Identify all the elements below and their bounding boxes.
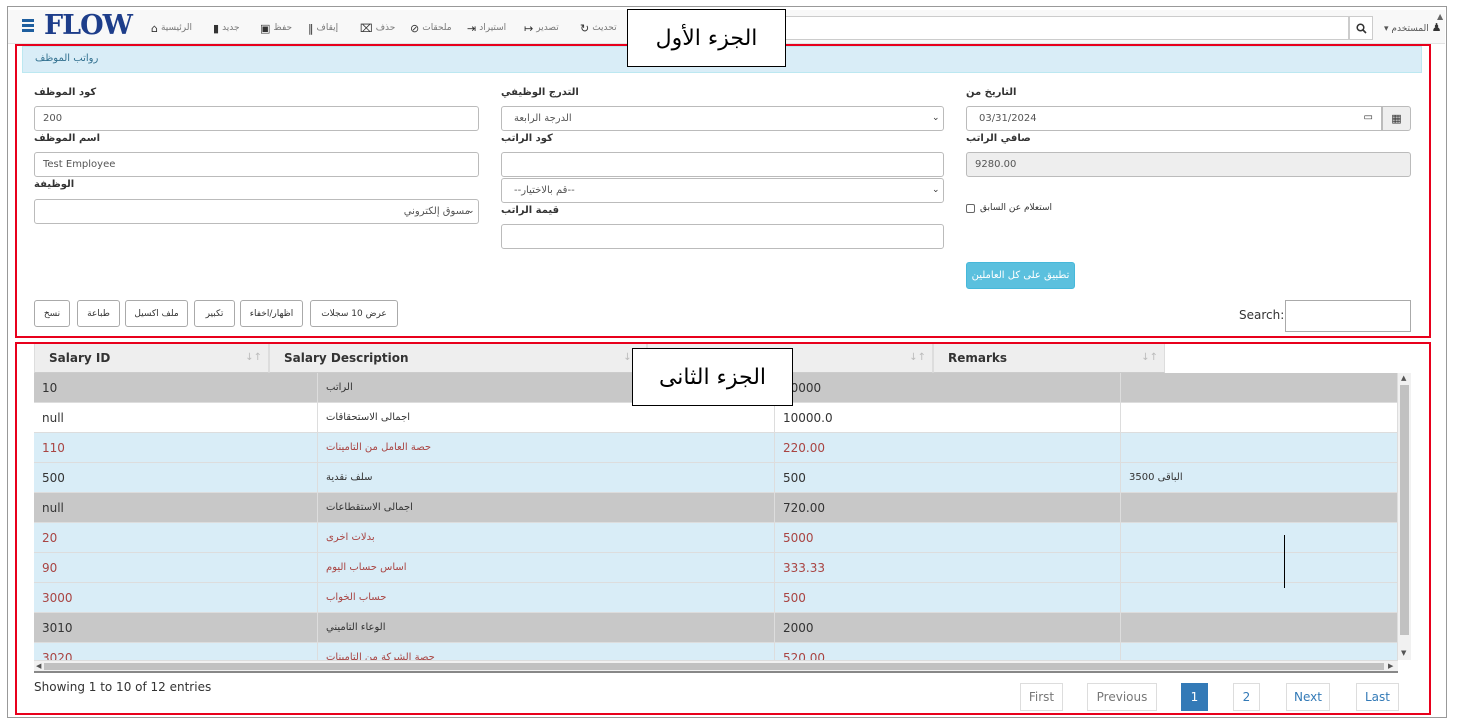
paperclip-icon: ⊘ <box>410 21 420 35</box>
user-icon: ♟ <box>1431 21 1442 34</box>
nav-item-label: تصدير <box>536 23 559 33</box>
nav-item-label: جديد <box>222 23 240 33</box>
import-icon: ⇥ <box>467 21 477 35</box>
nav-item-label: الرئيسية <box>160 23 192 33</box>
nav-item-file[interactable]: ▮ جديد <box>213 21 240 35</box>
search-button[interactable] <box>1349 16 1373 40</box>
annotation-label-part-1: الجزء الأول <box>627 9 786 67</box>
search-icon <box>1355 22 1367 34</box>
nav-item-label: إيقاف <box>316 23 339 33</box>
nav-item-label: تحديث <box>592 23 617 33</box>
annotation-box-part-1 <box>15 44 1431 338</box>
nav-item-label: استيراد <box>479 23 507 33</box>
nav-item-export[interactable]: ↦ تصدير <box>524 21 559 35</box>
user-menu-label: المستخدم <box>1391 24 1429 34</box>
nav-item-home[interactable]: ⌂ الرئيسية <box>151 21 192 35</box>
nav-item-save[interactable]: ▣ حفظ <box>260 21 292 35</box>
nav-item-label: حفظ <box>273 23 293 33</box>
nav-item-label: حذف <box>375 23 396 33</box>
save-icon: ▣ <box>260 21 271 35</box>
annotation-label-part-2: الجزء الثانى <box>632 348 793 406</box>
user-menu[interactable]: ▾ المستخدم ♟ <box>1384 21 1441 34</box>
nav-item-refresh[interactable]: ↻ تحديث <box>580 21 617 35</box>
hamburger-menu-icon[interactable] <box>22 19 34 33</box>
refresh-icon: ↻ <box>580 21 590 35</box>
nav-item-import[interactable]: ⇥ استيراد <box>467 21 506 35</box>
home-icon: ⌂ <box>151 21 158 35</box>
file-icon: ▮ <box>213 21 220 35</box>
nav-item-paperclip[interactable]: ⊘ ملحقات <box>410 21 452 35</box>
chevron-down-icon: ▾ <box>1384 24 1389 34</box>
nav-item-label: ملحقات <box>422 23 452 33</box>
global-search-input[interactable] <box>783 16 1349 40</box>
app-logo: FLOW <box>44 10 133 41</box>
pause-icon: ‖ <box>308 21 314 35</box>
nav-item-trash[interactable]: ⌧ حذف <box>360 21 395 35</box>
export-icon: ↦ <box>524 21 534 35</box>
page-scroll-up-icon[interactable]: ▲ <box>1437 12 1443 21</box>
nav-item-pause[interactable]: ‖ إيقاف <box>308 21 338 35</box>
trash-icon: ⌧ <box>360 21 373 35</box>
